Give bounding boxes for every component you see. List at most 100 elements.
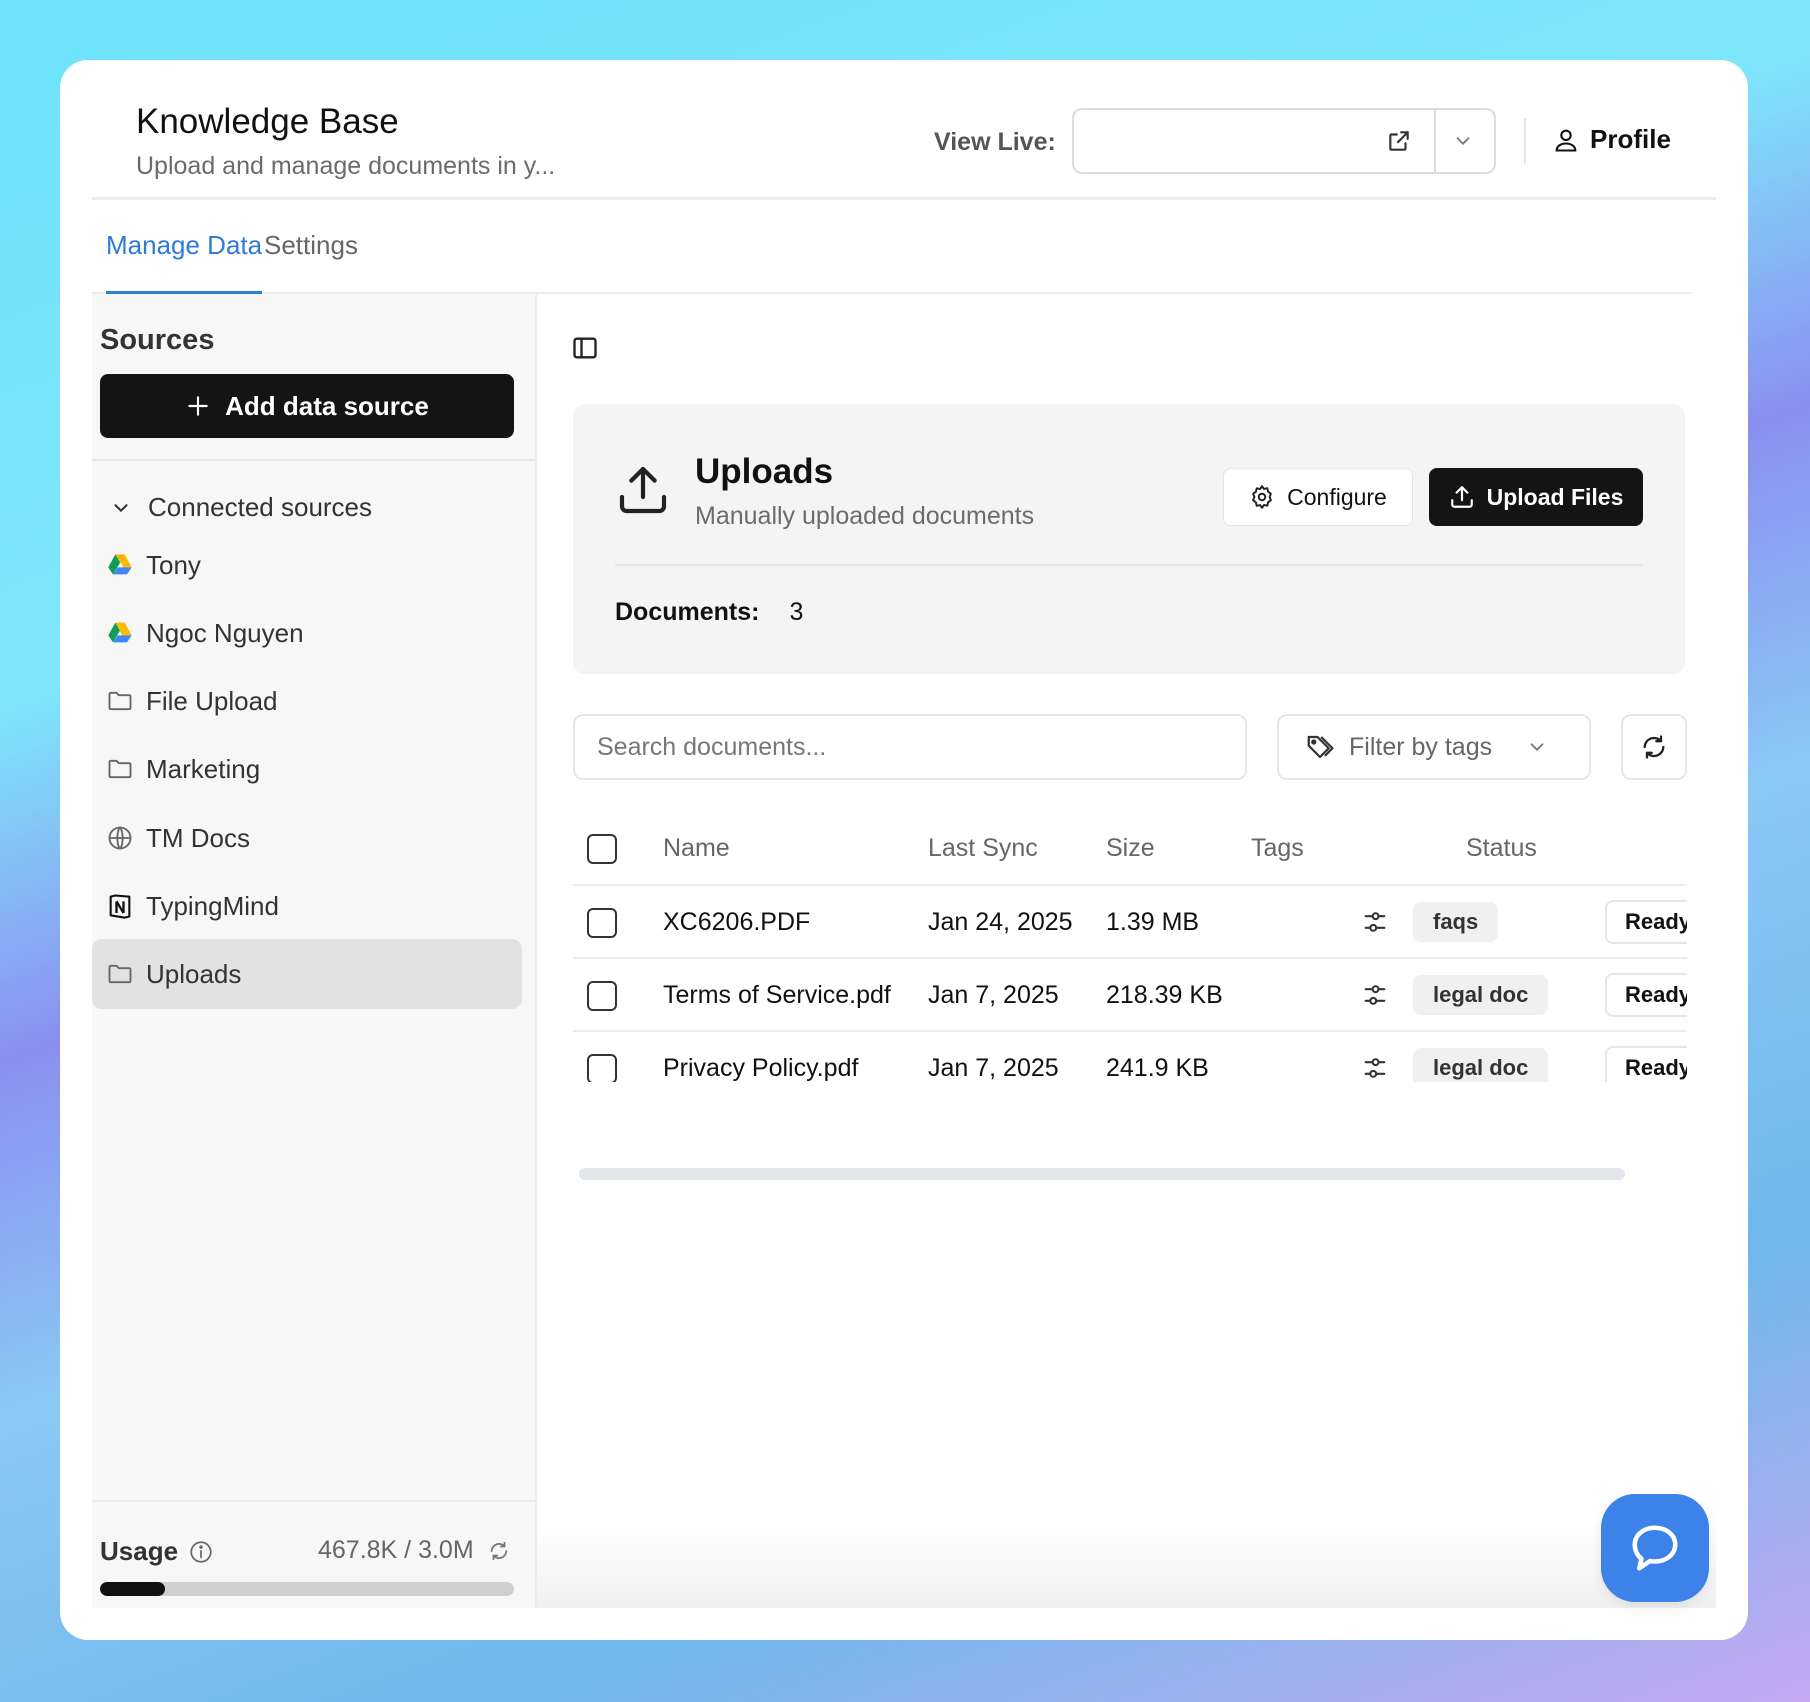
sidebar-item-tm-docs[interactable]: TM Docs — [92, 803, 522, 873]
edit-tags-icon[interactable] — [1361, 1054, 1389, 1082]
view-live-label: View Live: — [934, 128, 1056, 156]
status-badge: Ready — [1605, 900, 1687, 944]
sidebar-item-tony[interactable]: Tony — [92, 530, 522, 600]
tab-manage-data[interactable]: Manage Data — [106, 230, 262, 261]
edit-tags-icon[interactable] — [1361, 908, 1389, 936]
sidebar-item-label: Tony — [146, 549, 201, 580]
source-subtitle: Manually uploaded documents — [695, 502, 1035, 530]
usage-label: Usage — [100, 1536, 214, 1567]
upload-icon — [1450, 486, 1473, 508]
document-name[interactable]: Privacy Policy.pdf — [663, 1054, 858, 1082]
column-header-last-sync[interactable]: Last Sync — [928, 834, 1038, 863]
header: Knowledge Base Upload and manage documen… — [92, 60, 1716, 200]
folder-icon — [108, 691, 132, 711]
tag-badge: legal doc — [1413, 975, 1549, 1015]
refresh-icon — [1643, 735, 1665, 759]
tab-bar: Manage Data Settings — [92, 200, 1692, 294]
configure-button[interactable]: Configure — [1223, 468, 1413, 526]
chevron-down-icon — [114, 503, 128, 512]
globe-icon — [108, 826, 132, 850]
status-badge: Ready — [1605, 973, 1687, 1017]
column-header-status[interactable]: Status — [1466, 834, 1537, 863]
sidebar-item-uploads[interactable]: Uploads — [92, 939, 522, 1009]
external-link-icon[interactable] — [1386, 128, 1412, 154]
usage-label-text: Usage — [100, 1536, 179, 1566]
upload-files-button[interactable]: Upload Files — [1429, 468, 1643, 526]
status-badge: Ready — [1605, 1046, 1687, 1082]
filter-label: Filter by tags — [1349, 732, 1493, 761]
main-content: Uploads Manually uploaded documents Conf… — [537, 294, 1716, 1608]
table-row[interactable]: Privacy Policy.pdf Jan 7, 2025 241.9 KB … — [573, 1030, 1687, 1082]
connected-sources-label: Connected sources — [148, 492, 373, 522]
sidebar-item-ngoc-nguyen[interactable]: Ngoc Nguyen — [92, 598, 522, 668]
source-title: Uploads — [695, 452, 834, 491]
google-drive-icon — [108, 622, 132, 643]
sidebar-item-label: TypingMind — [146, 890, 279, 921]
column-header-size[interactable]: Size — [1106, 834, 1155, 863]
notion-icon — [109, 894, 131, 919]
sidebar-toggle-icon[interactable] — [571, 334, 599, 362]
document-last-sync: Jan 7, 2025 — [928, 1054, 1059, 1082]
folder-icon — [108, 759, 132, 779]
document-name[interactable]: Terms of Service.pdf — [663, 981, 891, 1010]
bottom-fade — [537, 1524, 1716, 1608]
sidebar-item-marketing[interactable]: Marketing — [92, 734, 522, 804]
info-icon[interactable] — [188, 1539, 214, 1565]
connected-sources-toggle[interactable]: Connected sources — [110, 492, 372, 523]
column-header-tags: Tags — [1251, 834, 1304, 862]
document-size: 218.39 KB — [1106, 981, 1223, 1009]
documents-table: Name Last Sync Size Tags Status XC6206.P… — [573, 812, 1687, 1082]
upload-files-label: Upload Files — [1486, 483, 1624, 510]
documents-value: 3 — [789, 598, 804, 626]
sidebar-item-file-upload[interactable]: File Upload — [92, 666, 522, 736]
plus-icon — [188, 396, 208, 416]
usage-progress-bar — [100, 1582, 514, 1596]
document-name[interactable]: XC6206.PDF — [663, 908, 810, 937]
tag-badge: faqs — [1413, 902, 1499, 942]
upload-icon — [619, 466, 667, 514]
table-row[interactable]: XC6206.PDF Jan 24, 2025 1.39 MB faqs Rea… — [573, 884, 1687, 957]
edit-tags-icon[interactable] — [1361, 981, 1389, 1009]
tag-badge: legal doc — [1413, 1048, 1549, 1082]
row-checkbox[interactable] — [587, 1054, 617, 1082]
sources-title: Sources — [100, 324, 215, 356]
refresh-icon[interactable] — [488, 1540, 510, 1562]
documents-count: Documents: 3 — [615, 598, 803, 627]
tab-settings[interactable]: Settings — [264, 230, 358, 261]
documents-label: Documents: — [615, 598, 760, 626]
sidebar-divider — [92, 459, 535, 461]
profile-label: Profile — [1590, 124, 1671, 154]
usage-progress-fill — [100, 1582, 165, 1596]
add-data-source-label: Add data source — [225, 390, 429, 421]
sidebar-item-label: Uploads — [146, 958, 242, 989]
refresh-button[interactable] — [1621, 714, 1687, 780]
page-subtitle: Upload and manage documents in y... — [136, 152, 556, 180]
sources-sidebar: Sources Add data source Connected source… — [92, 294, 537, 1608]
chat-support-button[interactable] — [1601, 1494, 1709, 1602]
view-live-select[interactable] — [1072, 108, 1496, 174]
configure-label: Configure — [1287, 483, 1387, 510]
horizontal-scrollbar[interactable] — [579, 1168, 1625, 1180]
filter-by-tags-dropdown[interactable]: Filter by tags — [1277, 714, 1591, 780]
profile-button[interactable]: Profile — [1552, 124, 1671, 155]
view-live-divider — [1434, 110, 1436, 172]
add-data-source-button[interactable]: Add data source — [100, 374, 514, 438]
user-icon — [1555, 129, 1577, 152]
select-all-checkbox[interactable] — [587, 834, 617, 864]
column-header-name[interactable]: Name — [663, 834, 730, 863]
card-divider — [615, 564, 1643, 566]
document-size: 241.9 KB — [1106, 1054, 1209, 1082]
table-header-row: Name Last Sync Size Tags Status — [573, 812, 1687, 885]
table-row[interactable]: Terms of Service.pdf Jan 7, 2025 218.39 … — [573, 957, 1687, 1030]
sidebar-item-typingmind[interactable]: TypingMind — [92, 871, 522, 941]
search-input[interactable] — [573, 714, 1247, 780]
header-separator — [1524, 118, 1526, 164]
document-size: 1.39 MB — [1106, 908, 1200, 936]
document-last-sync: Jan 7, 2025 — [928, 981, 1059, 1009]
gear-icon — [1252, 485, 1272, 509]
chevron-down-icon[interactable] — [1452, 130, 1474, 152]
row-checkbox[interactable] — [587, 981, 617, 1011]
google-drive-icon — [108, 554, 132, 575]
uploads-card: Uploads Manually uploaded documents Conf… — [573, 404, 1685, 674]
row-checkbox[interactable] — [587, 908, 617, 938]
